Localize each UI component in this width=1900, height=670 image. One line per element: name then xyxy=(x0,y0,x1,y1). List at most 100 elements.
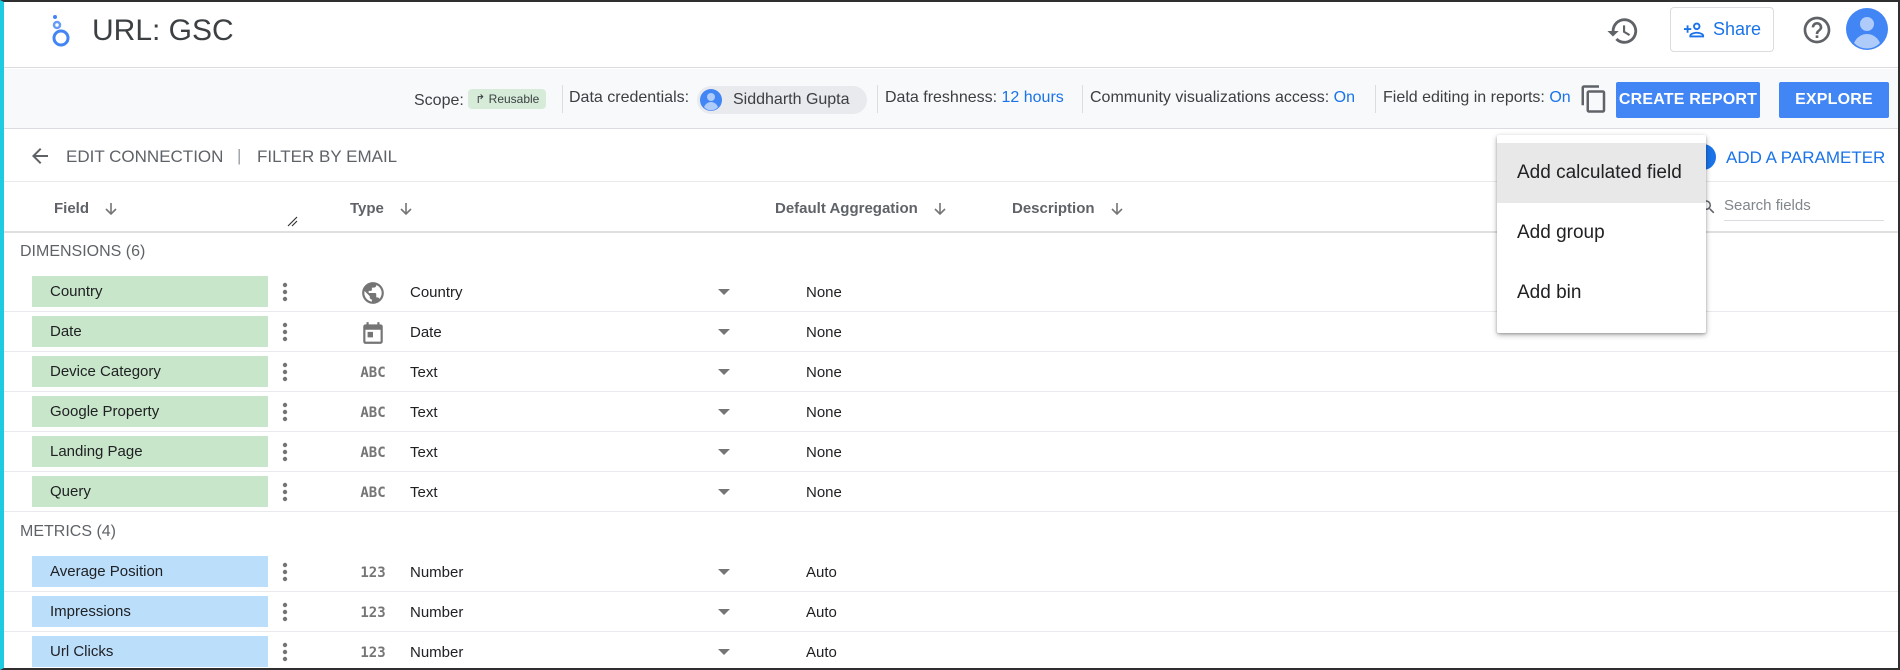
filter-by-email-button[interactable]: FILTER BY EMAIL xyxy=(257,147,397,167)
scope-label: Scope: xyxy=(414,92,464,109)
dropdown-caret-icon xyxy=(718,409,730,415)
type-dropdown[interactable]: Text xyxy=(410,432,730,472)
abc-icon: ABC xyxy=(360,445,386,461)
search-fields-input[interactable] xyxy=(1724,191,1884,221)
edit-connection-button[interactable]: EDIT CONNECTION xyxy=(66,147,223,167)
sort-arrow-icon[interactable] xyxy=(103,201,119,217)
sort-arrow-icon[interactable] xyxy=(1109,201,1125,217)
share-button[interactable]: Share xyxy=(1670,7,1774,52)
back-arrow-icon[interactable] xyxy=(28,144,52,168)
column-header-type[interactable]: Type xyxy=(350,200,414,217)
sort-arrow-icon[interactable] xyxy=(398,201,414,217)
column-header-field[interactable]: Field xyxy=(54,200,119,217)
field-row: Query ABC Text None xyxy=(4,472,1898,512)
aggregation-value[interactable]: Auto xyxy=(806,604,837,621)
dropdown-caret-icon xyxy=(718,449,730,455)
type-column-label: Type xyxy=(350,200,384,217)
abc-icon: ABC xyxy=(360,405,386,421)
type-dropdown[interactable]: Text xyxy=(410,472,730,512)
freshness-info[interactable]: Data freshness: 12 hours xyxy=(885,89,1064,107)
community-access-label: Community visualizations access: xyxy=(1090,89,1330,106)
aggregation-value[interactable]: None xyxy=(806,284,842,301)
divider xyxy=(562,85,563,113)
community-access-value[interactable]: On xyxy=(1334,89,1355,106)
dimensions-section-label: DIMENSIONS (6) xyxy=(20,243,146,260)
type-dropdown[interactable]: Text xyxy=(410,392,730,432)
freshness-value[interactable]: 12 hours xyxy=(1002,89,1064,106)
more-options-icon[interactable] xyxy=(278,321,292,343)
aggregation-value[interactable]: None xyxy=(806,404,842,421)
more-options-icon[interactable] xyxy=(278,361,292,383)
aggregation-value[interactable]: None xyxy=(806,364,842,381)
type-value: Country xyxy=(410,284,463,301)
type-dropdown[interactable]: Number xyxy=(410,632,730,668)
create-report-button[interactable]: CREATE REPORT xyxy=(1616,82,1760,118)
credentials-label: Data credentials: xyxy=(569,89,690,106)
type-dropdown[interactable]: Number xyxy=(410,552,730,592)
app-frame: URL: GSC Share Scope: ↱ Reusable Data cr… xyxy=(0,0,1900,670)
add-person-icon xyxy=(1683,22,1705,37)
menu-item[interactable]: Add group xyxy=(1497,203,1706,263)
sort-arrow-icon[interactable] xyxy=(932,201,948,217)
column-header-default-aggregation[interactable]: Default Aggregation xyxy=(775,200,948,217)
type-value: Date xyxy=(410,324,442,341)
type-value: Number xyxy=(410,644,464,661)
more-options-icon[interactable] xyxy=(278,601,292,623)
aggregation-value[interactable]: None xyxy=(806,324,842,341)
type-dropdown[interactable]: Text xyxy=(410,352,730,392)
column-header-description[interactable]: Description xyxy=(1012,200,1125,217)
field-name-chip[interactable]: Impressions xyxy=(32,596,268,627)
divider xyxy=(1375,85,1376,113)
more-options-icon[interactable] xyxy=(278,441,292,463)
add-field-menu: Add calculated field Add group Add bin xyxy=(1497,135,1706,333)
field-row: Landing Page ABC Text None xyxy=(4,432,1898,472)
menu-item[interactable]: Add bin xyxy=(1497,263,1706,323)
field-name-chip[interactable]: Country xyxy=(32,276,268,307)
field-name-chip[interactable]: Average Position xyxy=(32,556,268,587)
aggregation-value[interactable]: None xyxy=(806,484,842,501)
dropdown-caret-icon xyxy=(718,369,730,375)
field-name-chip[interactable]: Url Clicks xyxy=(32,636,268,667)
menu-item[interactable]: Add calculated field xyxy=(1497,143,1706,203)
add-parameter-button[interactable]: ADD A PARAMETER xyxy=(1726,148,1885,168)
type-value: Text xyxy=(410,404,438,421)
community-access-info[interactable]: Community visualizations access: On xyxy=(1090,89,1355,107)
calendar-icon xyxy=(360,320,386,346)
credentials-user-chip[interactable]: Siddharth Gupta xyxy=(697,86,867,114)
help-icon[interactable] xyxy=(1801,14,1833,46)
field-editing-info[interactable]: Field editing in reports: On xyxy=(1383,89,1571,107)
type-dropdown[interactable]: Number xyxy=(410,592,730,632)
abc-icon: ABC xyxy=(360,365,386,381)
more-options-icon[interactable] xyxy=(278,641,292,663)
divider xyxy=(1082,85,1083,113)
more-options-icon[interactable] xyxy=(278,481,292,503)
more-options-icon[interactable] xyxy=(278,281,292,303)
explore-button[interactable]: EXPLORE xyxy=(1779,82,1889,118)
type-dropdown[interactable]: Date xyxy=(410,312,730,352)
aggregation-value[interactable]: Auto xyxy=(806,644,837,661)
aggregation-value[interactable]: None xyxy=(806,444,842,461)
dropdown-caret-icon xyxy=(718,649,730,655)
field-row: Url Clicks 123 Number Auto xyxy=(4,632,1898,668)
user-avatar-icon xyxy=(700,89,722,111)
field-editing-value[interactable]: On xyxy=(1549,89,1570,106)
field-name-chip[interactable]: Query xyxy=(32,476,268,507)
type-dropdown[interactable]: Country xyxy=(410,272,730,312)
metrics-section-label: METRICS (4) xyxy=(20,523,116,540)
field-name-chip[interactable]: Landing Page xyxy=(32,436,268,467)
more-options-icon[interactable] xyxy=(278,401,292,423)
page-title: URL: GSC xyxy=(92,14,234,47)
version-history-icon[interactable] xyxy=(1606,14,1640,48)
more-options-icon[interactable] xyxy=(278,561,292,583)
field-name-chip[interactable]: Date xyxy=(32,316,268,347)
column-resize-handle[interactable] xyxy=(286,215,298,227)
dropdown-caret-icon xyxy=(718,609,730,615)
copy-icon[interactable] xyxy=(1579,84,1609,114)
field-row: Device Category ABC Text None xyxy=(4,352,1898,392)
account-avatar[interactable] xyxy=(1846,8,1888,50)
field-name-chip[interactable]: Device Category xyxy=(32,356,268,387)
field-editing-label: Field editing in reports: xyxy=(1383,89,1545,106)
aggregation-value[interactable]: Auto xyxy=(806,564,837,581)
field-name-chip[interactable]: Google Property xyxy=(32,396,268,427)
globe-icon xyxy=(360,280,386,306)
